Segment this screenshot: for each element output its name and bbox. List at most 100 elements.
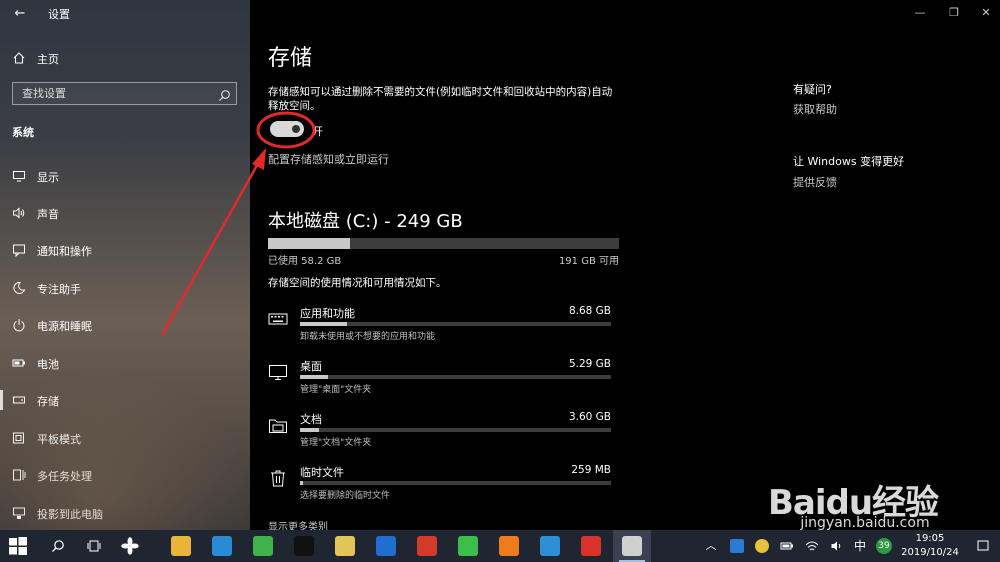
sidebar-item-label: 电池: [37, 358, 59, 371]
sidebar-item-label: 主页: [37, 53, 59, 66]
sidebar-item-label: 存储: [37, 395, 59, 408]
sidebar-item-label: 专注助手: [37, 283, 81, 296]
category-name: 临时文件: [300, 466, 344, 479]
app-power-icon: [581, 536, 601, 556]
taskbar-app[interactable]: [531, 530, 569, 562]
taskbar-app[interactable]: [490, 530, 528, 562]
clock-time[interactable]: 19:05: [900, 533, 960, 544]
sidebar-item-label: 显示: [37, 171, 59, 184]
taskbar-app[interactable]: [162, 530, 200, 562]
category-size: 8.68 GB: [568, 305, 611, 317]
taskbar-app[interactable]: [367, 530, 405, 562]
category-name: 文档: [300, 413, 322, 426]
pinwheel-icon: [121, 537, 139, 555]
task-view-button[interactable]: [76, 530, 112, 562]
volume-icon[interactable]: [830, 539, 844, 553]
category-bar-fill: [300, 322, 347, 326]
category-desktop[interactable]: 桌面 5.29 GB 管理"桌面"文件夹: [268, 358, 613, 408]
category-size: 259 MB: [571, 464, 611, 476]
category-description: 管理"桌面"文件夹: [300, 385, 372, 395]
sidebar-item-power[interactable]: 电源和睡眠: [0, 309, 250, 341]
category-documents[interactable]: 文档 3.60 GB 管理"文档"文件夹: [268, 411, 613, 461]
category-bar: [300, 481, 611, 485]
search-icon[interactable]: [218, 87, 231, 101]
notification-icon: [12, 243, 26, 258]
speaker-icon: [12, 206, 26, 220]
toggle-knob: [292, 125, 300, 133]
close-button[interactable]: ✕: [978, 5, 994, 21]
sidebar-item-label: 平板模式: [37, 433, 81, 446]
search-input[interactable]: [13, 83, 213, 104]
app-yellow-icon: [335, 536, 355, 556]
sidebar-item-focus-assist[interactable]: 专注助手: [0, 272, 250, 304]
minimize-button[interactable]: —: [912, 5, 928, 21]
sidebar-item-battery[interactable]: 电池: [0, 347, 250, 379]
category-bar: [300, 322, 611, 326]
ime-indicator[interactable]: 中: [853, 539, 867, 553]
wifi-icon[interactable]: [805, 539, 819, 553]
help-heading: 有疑问?: [793, 83, 832, 96]
maximize-button[interactable]: ❐: [946, 5, 962, 21]
sidebar: ← 设置 主页 系统 显示 声音 通知和操作: [0, 0, 250, 530]
taskbar-app[interactable]: [572, 530, 610, 562]
chevron-up-icon[interactable]: ︿: [704, 539, 718, 553]
taskbar-app[interactable]: [326, 530, 364, 562]
disk-usage-bar[interactable]: [268, 238, 619, 249]
sidebar-item-home[interactable]: 主页: [0, 45, 250, 69]
category-temp-files[interactable]: 临时文件 259 MB 选择要删除的临时文件: [268, 464, 613, 514]
app-orange-icon: [499, 536, 519, 556]
feedback-link[interactable]: 提供反馈: [793, 174, 837, 190]
category-size: 3.60 GB: [568, 411, 611, 423]
taskbar-app[interactable]: [203, 530, 241, 562]
app-title: 设置: [48, 8, 70, 21]
home-icon: [12, 51, 26, 65]
windows-icon: [9, 537, 27, 555]
sidebar-item-sound[interactable]: 声音: [0, 197, 250, 229]
category-apps[interactable]: 应用和功能 8.68 GB 卸载未使用或不想要的应用和功能: [268, 305, 613, 355]
taskbar-app[interactable]: [449, 530, 487, 562]
battery-icon[interactable]: [780, 539, 794, 553]
tray-app-icon[interactable]: [730, 539, 744, 553]
start-button[interactable]: [0, 530, 36, 562]
sidebar-item-label: 投影到此电脑: [37, 508, 103, 521]
taskbar-pinwheel[interactable]: [112, 530, 148, 562]
battery-icon: [12, 356, 26, 370]
clock-date[interactable]: 2019/10/24: [900, 547, 960, 558]
page-title: 存储: [268, 46, 313, 71]
window-controls: — ❐ ✕: [880, 0, 1000, 28]
category-bar-fill: [300, 428, 319, 432]
category-description: 管理"文档"文件夹: [300, 438, 372, 448]
category-description: 选择要删除的临时文件: [300, 491, 391, 501]
store-icon: [212, 536, 232, 556]
taskbar-app[interactable]: [408, 530, 446, 562]
app-blue-icon: [376, 536, 396, 556]
wechat-icon: [458, 536, 478, 556]
tray-app-yellow-icon[interactable]: [755, 539, 769, 553]
sidebar-item-tablet-mode[interactable]: 平板模式: [0, 422, 250, 454]
qq-icon: [294, 536, 314, 556]
taskbar-app[interactable]: [613, 530, 651, 562]
notification-badge[interactable]: 39: [876, 538, 892, 554]
sidebar-item-label: 通知和操作: [37, 245, 92, 258]
taskbar-app[interactable]: [244, 530, 282, 562]
taskbar: ︿ 中 39 19:05 2019/10/24: [0, 530, 1000, 562]
storage-sense-toggle[interactable]: [270, 121, 304, 137]
sidebar-item-display[interactable]: 显示: [0, 160, 250, 192]
category-size: 5.29 GB: [568, 358, 611, 370]
sidebar-item-notifications[interactable]: 通知和操作: [0, 234, 250, 266]
category-name: 应用和功能: [300, 307, 355, 320]
sidebar-item-project[interactable]: 投影到此电脑: [0, 497, 250, 529]
taskbar-app[interactable]: [285, 530, 323, 562]
action-center-icon[interactable]: [976, 539, 990, 553]
get-help-link[interactable]: 获取帮助: [793, 101, 837, 117]
disk-usage-fill: [268, 238, 351, 249]
back-button[interactable]: ←: [10, 4, 30, 24]
usage-description: 存储空间的使用情况和可用情况如下。: [268, 277, 447, 289]
sidebar-item-storage[interactable]: 存储: [0, 384, 250, 416]
configure-storage-sense-link[interactable]: 配置存储感知或立即运行: [268, 151, 389, 167]
app-penguin-icon: [540, 536, 560, 556]
file-explorer-icon: [171, 536, 191, 556]
search-taskbar-button[interactable]: [40, 530, 76, 562]
category-name: 桌面: [300, 360, 322, 373]
sidebar-item-multitasking[interactable]: 多任务处理: [0, 459, 250, 491]
